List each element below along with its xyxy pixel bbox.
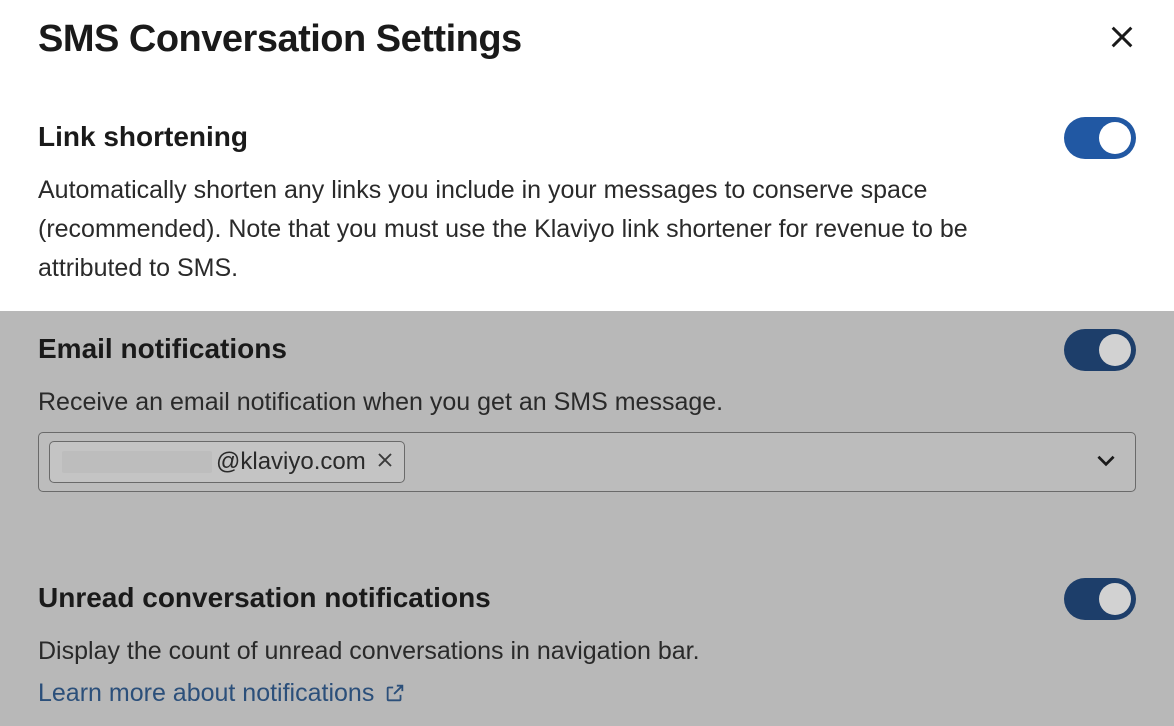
unread-notifications-section: Unread conversation notifications Displa… (0, 510, 1174, 726)
email-notifications-title: Email notifications (38, 333, 287, 365)
email-recipient-select[interactable]: @klaviyo.com (38, 432, 1136, 492)
toggle-knob (1099, 334, 1131, 366)
email-notifications-desc: Receive an email notification when you g… (38, 383, 1038, 422)
email-notifications-section: Email notifications Receive an email not… (0, 311, 1174, 510)
redacted-email-prefix (62, 451, 212, 473)
disabled-overlay-area: Email notifications Receive an email not… (0, 311, 1174, 726)
modal-header: SMS Conversation Settings (0, 0, 1174, 71)
learn-more-link[interactable]: Learn more about notifications (38, 679, 406, 708)
external-link-icon (384, 682, 406, 704)
remove-email-button[interactable] (376, 448, 394, 476)
close-icon (376, 448, 394, 476)
modal-title: SMS Conversation Settings (38, 18, 522, 61)
email-notifications-toggle[interactable] (1064, 329, 1136, 371)
sms-settings-modal: SMS Conversation Settings Link shortenin… (0, 0, 1174, 704)
unread-notifications-toggle[interactable] (1064, 578, 1136, 620)
email-suffix: @klaviyo.com (216, 448, 366, 476)
chevron-down-icon (1093, 447, 1119, 478)
link-shortening-section: Link shortening Automatically shorten an… (0, 71, 1174, 311)
unread-notifications-title: Unread conversation notifications (38, 582, 491, 614)
toggle-knob (1099, 122, 1131, 154)
toggle-knob (1099, 583, 1131, 615)
close-icon (1108, 23, 1136, 56)
link-shortening-toggle[interactable] (1064, 117, 1136, 159)
unread-notifications-desc: Display the count of unread conversation… (38, 632, 1038, 671)
link-shortening-title: Link shortening (38, 121, 248, 153)
link-shortening-desc: Automatically shorten any links you incl… (38, 171, 1038, 287)
email-chip: @klaviyo.com (49, 441, 405, 483)
learn-more-text: Learn more about notifications (38, 679, 374, 708)
close-button[interactable] (1108, 23, 1136, 56)
